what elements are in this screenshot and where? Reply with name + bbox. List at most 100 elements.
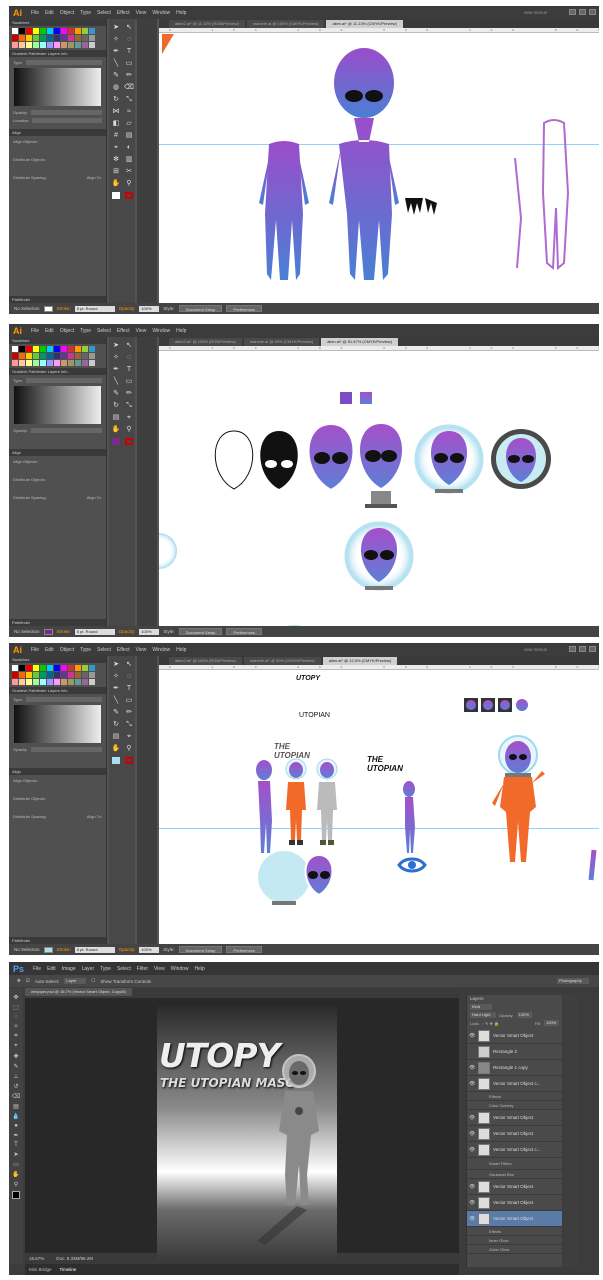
blob-tool-icon[interactable]: ◍ bbox=[110, 82, 122, 93]
perspective-icon[interactable]: ▱ bbox=[123, 118, 135, 129]
brush-icon[interactable]: ✎ bbox=[13, 1063, 18, 1070]
shape-builder-icon[interactable]: ◧ bbox=[110, 118, 122, 129]
eraser-icon[interactable]: ⌫ bbox=[12, 1093, 20, 1100]
magic-wand-icon[interactable]: ✧ bbox=[110, 34, 122, 45]
menu-object[interactable]: Object bbox=[60, 328, 74, 334]
rotate-tool-icon[interactable]: ↻ bbox=[110, 719, 122, 730]
magic-wand-icon[interactable]: ✧ bbox=[110, 352, 122, 363]
brush-tool-icon[interactable]: ✎ bbox=[110, 707, 122, 718]
stroke-swatch[interactable] bbox=[125, 438, 133, 445]
doc-tab[interactable]: alien2.ai* @ 100% (RGB/Preview) bbox=[169, 657, 242, 665]
swatch-grid[interactable] bbox=[9, 344, 106, 368]
menu-view[interactable]: View bbox=[136, 10, 147, 16]
menu-layer[interactable]: Layer bbox=[82, 966, 95, 972]
menu-type[interactable]: Type bbox=[100, 966, 111, 972]
artboard-canvas[interactable]: 0 100 200 300 400 500 600 700 800 900 bbox=[159, 28, 599, 303]
gradient-preview[interactable] bbox=[14, 705, 101, 743]
hand-icon[interactable]: ✋ bbox=[12, 1171, 19, 1178]
workspace-select[interactable]: Photography bbox=[557, 978, 589, 984]
layer-row[interactable]: 👁 Vector Smart Object c... bbox=[467, 1142, 562, 1158]
lasso-icon[interactable]: ◌ bbox=[14, 1014, 18, 1020]
menu-help[interactable]: Help bbox=[176, 647, 186, 653]
pathfinder-tab[interactable]: Pathfinder bbox=[9, 937, 106, 944]
effect-row[interactable]: Color Overlay bbox=[467, 1101, 562, 1110]
doc-tab-active[interactable]: alien.ai* @ 11.13% (CMYK/Preview) bbox=[326, 20, 403, 28]
menu-help[interactable]: Help bbox=[195, 966, 205, 972]
width-tool-icon[interactable]: ⋈ bbox=[110, 106, 122, 117]
menu-effect[interactable]: Effect bbox=[117, 10, 130, 16]
menu-help[interactable]: Help bbox=[176, 10, 186, 16]
fill-color-swatch[interactable] bbox=[43, 628, 53, 635]
close-icon[interactable] bbox=[589, 646, 596, 652]
eye-icon[interactable]: 👁 bbox=[469, 1115, 475, 1121]
eyedropper-icon[interactable]: ⌖ bbox=[14, 1043, 17, 1050]
transform-checkbox[interactable]: ☐ bbox=[91, 978, 95, 984]
healing-icon[interactable]: ✚ bbox=[13, 1053, 18, 1060]
line-tool-icon[interactable]: ╲ bbox=[110, 695, 122, 706]
align-tab[interactable]: Align bbox=[9, 129, 106, 136]
hand-tool-icon[interactable]: ✋ bbox=[110, 178, 122, 189]
rotate-tool-icon[interactable]: ↻ bbox=[110, 94, 122, 105]
brush-tool-icon[interactable]: ✎ bbox=[110, 70, 122, 81]
menu-image[interactable]: Image bbox=[62, 966, 76, 972]
brush-tool-icon[interactable]: ✎ bbox=[110, 388, 122, 399]
direct-select-tool-icon[interactable]: ↖ bbox=[123, 659, 135, 670]
line-tool-icon[interactable]: ╲ bbox=[110, 58, 122, 69]
opacity-field[interactable] bbox=[30, 427, 102, 433]
eyedropper-icon[interactable]: ⌖ bbox=[123, 731, 135, 742]
rectangle-tool-icon[interactable]: ▭ bbox=[123, 695, 135, 706]
menu-type[interactable]: Type bbox=[80, 328, 91, 334]
minimize-icon[interactable] bbox=[569, 9, 576, 15]
filter-row[interactable]: Gaussian Blur bbox=[467, 1170, 562, 1179]
opacity-field[interactable] bbox=[30, 746, 102, 752]
layers-tab[interactable]: Layers bbox=[467, 995, 562, 1002]
fill-swatch[interactable] bbox=[112, 192, 120, 199]
lock-icons[interactable]: ▫ ✎ ✥ 🔒 bbox=[483, 1021, 499, 1026]
menu-effect[interactable]: Effect bbox=[117, 328, 130, 334]
timeline-tab[interactable]: Timeline bbox=[60, 1267, 77, 1272]
stroke-swatch[interactable] bbox=[125, 192, 133, 199]
layer-row[interactable]: Rectangle 2 bbox=[467, 1044, 562, 1060]
shape-icon[interactable]: ▭ bbox=[13, 1161, 19, 1168]
document-setup-button[interactable]: Document Setup bbox=[178, 946, 223, 953]
gradient-tool-icon[interactable]: ▤ bbox=[123, 130, 135, 141]
graph-tool-icon[interactable]: ▥ bbox=[123, 154, 135, 165]
zoom-icon[interactable]: ⚲ bbox=[14, 1181, 18, 1188]
minimize-icon[interactable] bbox=[569, 646, 576, 652]
magic-wand-icon[interactable]: ✧ bbox=[110, 671, 122, 682]
menu-view[interactable]: View bbox=[136, 647, 147, 653]
fill-color-swatch[interactable] bbox=[43, 946, 53, 953]
quick-select-icon[interactable]: ✧ bbox=[13, 1023, 18, 1030]
lasso-icon[interactable]: ◌ bbox=[123, 671, 135, 682]
rectangle-tool-icon[interactable]: ▭ bbox=[123, 58, 135, 69]
fill-field[interactable]: 100% bbox=[544, 1020, 559, 1026]
doc-tab[interactable]: marcele.ai @ 100% (CMYK/Preview) bbox=[246, 20, 325, 28]
kind-filter[interactable]: Kind bbox=[470, 1004, 492, 1010]
crop-icon[interactable]: ⌗ bbox=[14, 1033, 17, 1040]
blend-mode-select[interactable]: Hard Light bbox=[470, 1012, 496, 1018]
layer-row-selected[interactable]: 👁 Vector Smart Object bbox=[467, 1211, 562, 1227]
hand-tool-icon[interactable]: ✋ bbox=[110, 424, 122, 435]
eye-icon[interactable]: 👁 bbox=[469, 1065, 475, 1071]
marquee-icon[interactable]: ⬚ bbox=[13, 1004, 19, 1011]
gradient-tabs[interactable]: Gradient Pathfinder Layers Info bbox=[9, 50, 106, 57]
menu-select[interactable]: Select bbox=[97, 10, 111, 16]
pathfinder-tab[interactable]: Pathfinder bbox=[9, 619, 106, 626]
gradient-icon[interactable]: ▤ bbox=[13, 1103, 19, 1110]
fill-swatch[interactable] bbox=[112, 757, 120, 764]
eye-icon[interactable]: 👁 bbox=[469, 1081, 475, 1087]
type-tool-icon[interactable]: T bbox=[123, 46, 135, 57]
blend-tool-icon[interactable]: ◐ bbox=[123, 142, 135, 153]
swatch-grid[interactable] bbox=[9, 26, 106, 50]
zoom-tool-icon[interactable]: ⚲ bbox=[123, 424, 135, 435]
swatch-grid[interactable] bbox=[9, 663, 106, 687]
rectangle-tool-icon[interactable]: ▭ bbox=[123, 376, 135, 387]
preferences-button[interactable]: Preferences bbox=[226, 305, 262, 312]
doc-tab[interactable]: alien2.ai* @ 11.13% (RGB/Preview) bbox=[169, 20, 245, 28]
swatches-tab[interactable]: Swatches bbox=[9, 337, 106, 344]
mesh-tool-icon[interactable]: # bbox=[110, 130, 122, 141]
type-tool-icon[interactable]: T bbox=[123, 364, 135, 375]
move-tool-icon[interactable]: ✥ bbox=[17, 978, 21, 984]
doc-tab[interactable]: marcele.ai @ 50% (CMYK/Preview) bbox=[243, 338, 320, 346]
layer-row[interactable]: 👁 Vector Smart Object bbox=[467, 1110, 562, 1126]
